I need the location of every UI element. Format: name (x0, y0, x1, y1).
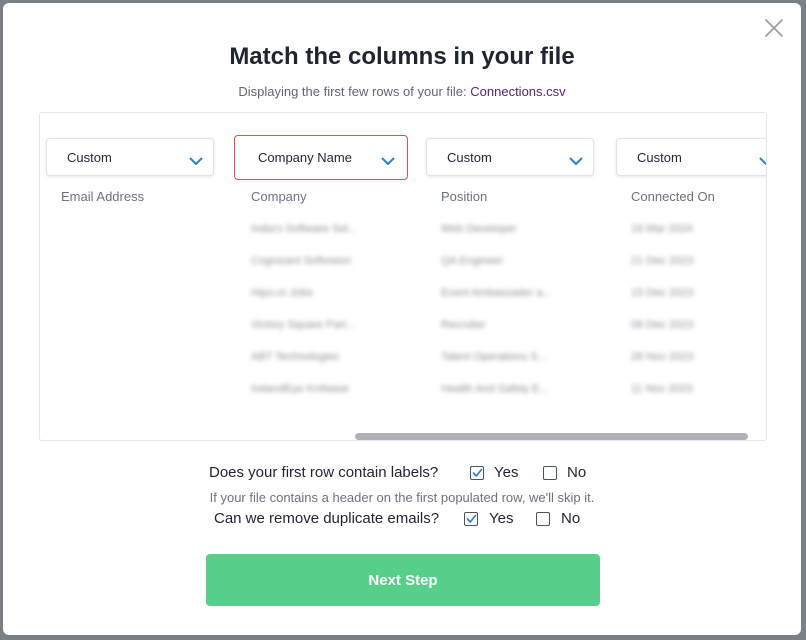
dropdown-value: Custom (67, 150, 112, 165)
duplicates-yes-label[interactable]: Yes (489, 510, 513, 527)
table-cell: Cognizant Softvision (251, 255, 352, 267)
column-2-type-dropdown[interactable]: Company Name (234, 135, 408, 180)
table-cell: QA Engineer (441, 255, 504, 267)
chevron-down-icon (759, 153, 766, 171)
duplicates-no-label[interactable]: No (561, 510, 580, 527)
table-cell: Hipo.ro Jobs (251, 287, 313, 299)
file-name-link[interactable]: Connections.csv (470, 84, 565, 99)
table-cell: 18 Mar 2024 (631, 223, 693, 235)
table-cell: Web Developer (441, 223, 517, 235)
subtitle: Displaying the first few rows of your fi… (3, 84, 801, 99)
labels-no-label[interactable]: No (567, 464, 586, 481)
chevron-down-icon (569, 153, 583, 171)
table-cell: 15 Dec 2023 (631, 287, 694, 299)
checkmark-icon (472, 468, 483, 477)
dropdown-value: Custom (637, 150, 682, 165)
column-3-header: Position (441, 189, 488, 204)
duplicates-question-text: Can we remove duplicate emails? (214, 510, 440, 527)
table-cell: Talent Operations S... (441, 351, 547, 363)
dropdown-value: Custom (447, 150, 492, 165)
chevron-down-icon (381, 153, 395, 171)
column-4-type-dropdown[interactable]: Custom (616, 138, 766, 176)
close-icon[interactable] (763, 17, 785, 39)
subtitle-text: Displaying the first few rows of your fi… (238, 84, 467, 99)
column-1-header: Email Address (61, 189, 145, 204)
column-preview-table: Custom Email Address Company Name Compan… (39, 112, 767, 441)
table-cell: Health And Safety E... (441, 383, 549, 395)
table-cell: 08 Dec 2023 (631, 319, 694, 331)
labels-question: Does your first row contain labels? Yes … (209, 463, 609, 483)
import-modal: Match the columns in your file Displayin… (3, 3, 801, 635)
table-cell: 21 Dec 2023 (631, 255, 694, 267)
labels-question-text: Does your first row contain labels? (209, 464, 439, 481)
table-cell: India's Software Sol... (251, 223, 358, 235)
dropdown-value: Company Name (258, 150, 352, 165)
table-cell: Event Ambassador a... (441, 287, 552, 299)
duplicates-no-checkbox[interactable] (536, 512, 550, 526)
chevron-down-icon (189, 153, 203, 171)
labels-yes-checkbox[interactable] (470, 466, 484, 480)
duplicates-yes-checkbox[interactable] (464, 512, 478, 526)
checkmark-icon (466, 514, 477, 523)
horizontal-scrollbar[interactable] (355, 433, 748, 440)
table-cell: IrelandEye Knitwear (251, 383, 350, 395)
header-hint-text: If your file contains a header on the fi… (209, 490, 595, 505)
labels-no-checkbox[interactable] (543, 466, 557, 480)
next-step-button[interactable]: Next Step (206, 554, 600, 606)
table-cell: Recruiter (441, 319, 486, 331)
column-1-type-dropdown[interactable]: Custom (46, 138, 214, 176)
column-3-type-dropdown[interactable]: Custom (426, 138, 594, 176)
table-cell: 11 Nov 2023 (631, 383, 693, 395)
table-cell: Victory Square Part... (251, 319, 356, 331)
labels-yes-label[interactable]: Yes (494, 464, 518, 481)
column-4-header: Connected On (631, 189, 715, 204)
page-title: Match the columns in your file (229, 43, 575, 70)
column-2-header: Company (251, 189, 307, 204)
table-cell: 28 Nov 2023 (631, 351, 694, 363)
duplicates-question: Can we remove duplicate emails? Yes No (214, 509, 594, 529)
table-cell: ABT Technologies (251, 351, 340, 363)
